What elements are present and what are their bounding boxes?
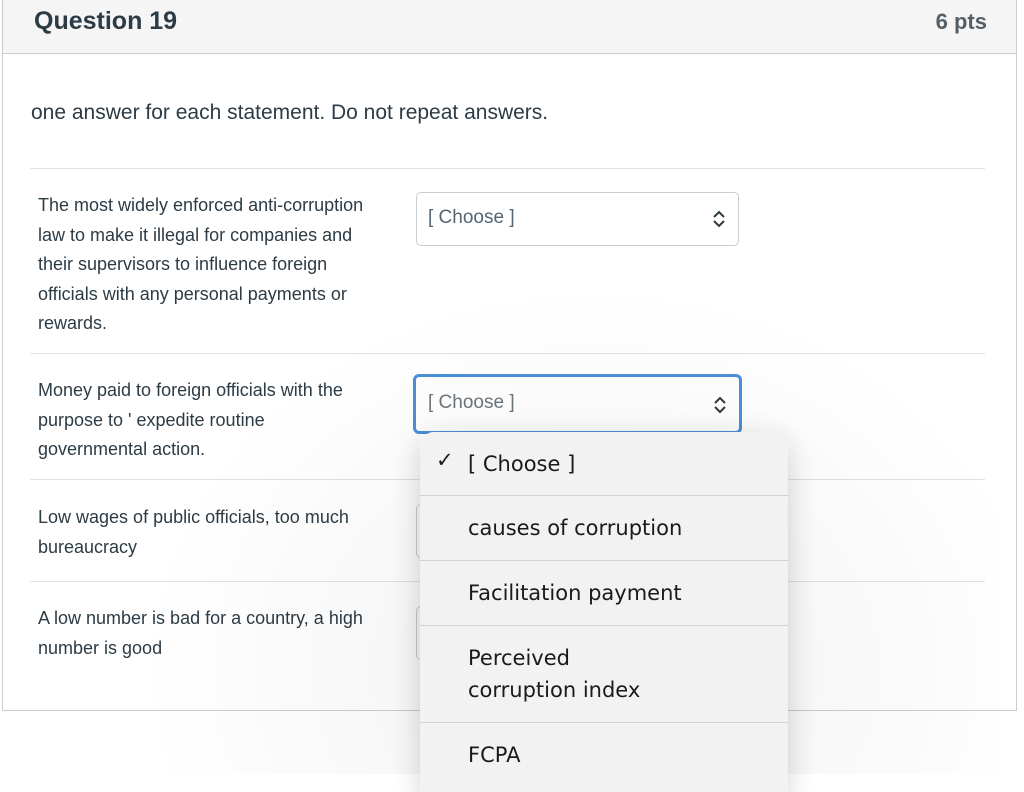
dropdown-option-fcpa[interactable]: FCPA [420,723,788,787]
question-header: Question 19 6 pts [3,0,1016,54]
statement-3-text: Low wages of public officials, too much … [38,503,416,562]
statement-1-text: The most widely enforced anti-corruption… [38,191,416,339]
row-divider [30,353,985,354]
statement-line: purpose to ' expedite routine [38,409,265,430]
question-title: Question 19 [34,7,178,35]
dropdown-option-perceived-corruption-index[interactable]: Perceived corruption index [420,626,788,722]
statement-line: law to make it illegal for companies and [38,224,353,245]
statement-line: Money paid to foreign officials with the [38,380,343,400]
statement-2-text: Money paid to foreign officials with the… [38,376,416,465]
statement-line: The most widely enforced anti-corruption [38,195,364,215]
statement-line: A low number is bad for a country, a hig… [38,608,363,628]
statement-line: governmental action. [38,439,206,459]
checkmark-icon: ✓ [436,448,454,472]
dropdown-option-choose[interactable]: ✓ [ Choose ] [420,432,788,496]
dropdown-option-label: causes of corruption [468,516,683,540]
dropdown-option-label: FCPA [468,743,521,767]
up-down-chevron-icon [713,210,725,228]
dropdown-option-label: Perceived corruption index [468,642,640,706]
statement-line: number is good [38,637,163,658]
question-points: 6 pts [935,9,987,34]
up-down-chevron-icon [714,396,726,414]
answer-select-value: [ Choose ] [428,392,515,413]
statement-line: officials with any personal payments or [38,283,347,304]
dropdown-option-facilitation-payment[interactable]: Facilitation payment [420,561,788,625]
answer-select-2[interactable]: [ Choose ] [413,374,742,434]
statement-line: Low wages of public officials, too much [38,507,349,527]
statement-4-text: A low number is bad for a country, a hig… [38,604,416,663]
answer-select-value: [ Choose ] [428,207,515,228]
dropdown-option-label: [ Choose ] [468,452,576,476]
statement-line: their supervisors to influence foreign [38,254,328,274]
dropdown-option-label-line: corruption index [468,678,641,702]
statement-line: bureaucracy [38,536,138,557]
row-divider [30,168,985,169]
answer-select-1[interactable]: [ Choose ] [416,192,739,246]
dropdown-option-label: Facilitation payment [468,581,682,605]
statement-line: rewards. [38,313,108,333]
question-instructions: one answer for each statement. Do not re… [31,101,549,124]
dropdown-option-causes-of-corruption[interactable]: causes of corruption [420,496,788,560]
answer-dropdown-menu: ✓ [ Choose ] causes of corruption Facili… [420,432,788,792]
dropdown-option-label-line: Perceived [468,646,570,670]
